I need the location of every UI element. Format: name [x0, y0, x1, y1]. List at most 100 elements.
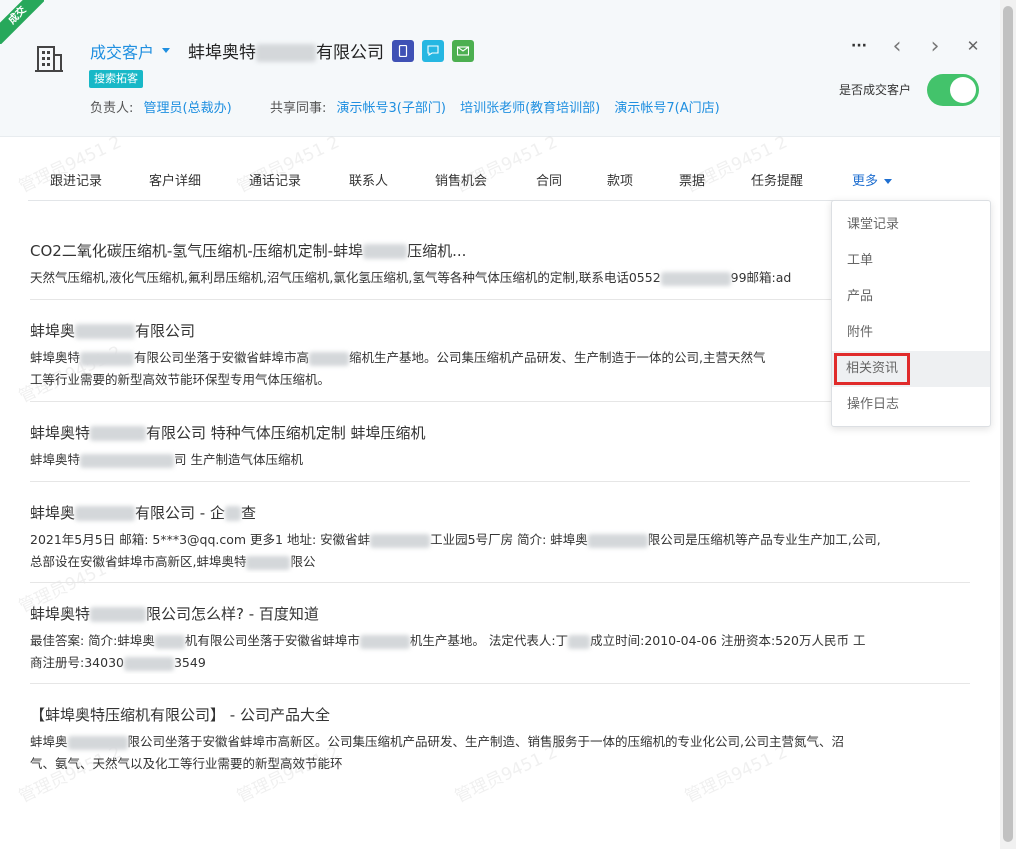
source-tag: 搜索拓客 — [89, 70, 143, 88]
tab-more-label: 更多 — [852, 174, 879, 189]
chevron-left-icon: ‹ — [892, 33, 902, 59]
scrollbar-thumb[interactable] — [1003, 6, 1013, 842]
news-results-list: CO2二氧化碳压缩机-氢气压缩机-压缩机定制-蚌埠 压缩机... 天然气压缩机,液… — [30, 240, 970, 784]
deal-toggle-label: 是否成交客户 — [839, 83, 912, 97]
customer-status-label: 成交客户 — [90, 42, 155, 62]
redacted-block — [67, 735, 128, 750]
redacted-block — [80, 453, 175, 468]
result-title[interactable]: 蚌埠奥特 限公司怎么样? - 百度知道 — [30, 603, 970, 624]
menu-item-products[interactable]: 产品 — [832, 279, 990, 315]
list-item[interactable]: 蚌埠奥特 限公司怎么样? - 百度知道 最佳答案: 简介:蚌埠奥 机有限公司坐落于安… — [30, 583, 970, 684]
title-text: 限公司怎么样? - 百度知道 — [146, 605, 319, 623]
snippet-text: 机有限公司坐落于安徽省蚌埠市 — [184, 633, 360, 648]
result-title[interactable]: 蚌埠奥 有限公司 — [30, 320, 970, 341]
owner-row: 负责人: 管理员(总裁办) 共享同事: 演示帐号3(子部门) 培训张老师(教育培… — [90, 97, 730, 116]
snippet-text: 2021年5月5日 邮箱: 5***3@qq.com 更多1 地址: 安徽省蚌 — [30, 532, 371, 547]
title-text: 压缩机... — [407, 242, 467, 260]
redacted-block — [123, 656, 174, 671]
tab-contracts[interactable]: 合同 — [536, 170, 562, 189]
result-snippet: 蚌埠奥特 有限公司坐落于安徽省蚌埠市高 缩机生产基地。公司集压缩机产品研发、生产制造… — [30, 347, 830, 391]
title-row: 成交客户 蚌埠奥特 有限公司 — [90, 38, 475, 63]
title-text: 查 — [240, 504, 256, 522]
title-text: 有限公司 — [135, 322, 196, 340]
redacted-block — [256, 44, 317, 62]
result-title[interactable]: 蚌埠奥特 有限公司 特种气体压缩机定制 蚌埠压缩机 — [30, 422, 970, 443]
redacted-block — [75, 506, 136, 521]
redacted-block — [224, 506, 241, 521]
company-name: 蚌埠奥特 有限公司 — [188, 38, 384, 63]
shared-colleague-link[interactable]: 演示帐号3(子部门) — [337, 101, 446, 116]
previous-button[interactable]: ‹ — [878, 33, 916, 59]
redacted-block — [309, 351, 350, 366]
tab-invoices[interactable]: 票据 — [679, 170, 705, 189]
tab-customer-details[interactable]: 客户详细 — [149, 170, 201, 189]
snippet-text: 工等行业需要的新型高效节能环保型专用气体压缩机。 — [30, 372, 331, 387]
owner-link[interactable]: 管理员(总裁办) — [144, 101, 232, 116]
redacted-block — [80, 351, 135, 366]
tab-more[interactable]: 更多 — [841, 170, 901, 202]
deal-toggle[interactable] — [927, 74, 979, 106]
title-text: 蚌埠奥 — [30, 322, 76, 340]
snippet-text: 工业园5号厂房 简介: 蚌埠奥 — [430, 532, 588, 547]
result-snippet: 蚌埠奥特 司 生产制造气体压缩机 — [30, 449, 970, 471]
result-snippet: 2021年5月5日 邮箱: 5***3@qq.com 更多1 地址: 安徽省蚌 工… — [30, 529, 965, 573]
tab-contacts[interactable]: 联系人 — [349, 170, 388, 189]
snippet-text: 限公 — [290, 554, 316, 569]
list-item[interactable]: 蚌埠奥特 有限公司 特种气体压缩机定制 蚌埠压缩机 蚌埠奥特司 生产制造气体压缩机 — [30, 402, 970, 482]
redacted-block — [568, 634, 591, 649]
title-text: CO2二氧化碳压缩机-氢气压缩机-压缩机定制-蚌埠 — [30, 242, 364, 260]
chevron-down-icon — [884, 179, 893, 184]
close-button[interactable]: ✕ — [954, 36, 992, 56]
customer-header: 成交 成交客户 蚌埠奥特 有限公司 搜索拓客 负责人: 管理员(总裁办) 共享同事… — [0, 0, 1000, 137]
menu-item-work-orders[interactable]: 工单 — [832, 243, 990, 279]
tab-call-records[interactable]: 通话记录 — [249, 170, 301, 189]
more-dots-icon: ··· — [851, 38, 867, 54]
tab-follow-up[interactable]: 跟进记录 — [50, 170, 102, 189]
result-title[interactable]: CO2二氧化碳压缩机-氢气压缩机-压缩机定制-蚌埠 压缩机... — [30, 240, 970, 261]
result-title[interactable]: 蚌埠奥 有限公司 - 企查 — [30, 502, 970, 523]
list-item[interactable]: CO2二氧化碳压缩机-氢气压缩机-压缩机定制-蚌埠 压缩机... 天然气压缩机,液… — [30, 240, 970, 300]
redacted-block — [154, 634, 185, 649]
shared-colleagues-label: 共享同事: — [269, 101, 327, 116]
shared-colleague-link[interactable]: 演示帐号7(A门店) — [614, 101, 719, 116]
chevron-right-icon: › — [930, 33, 940, 59]
snippet-text: 缩机生产基地。公司集压缩机产品研发、生产制造于一体的公司,主营天然气 — [349, 350, 766, 365]
envelope-icon — [457, 45, 470, 56]
customer-status-dropdown[interactable]: 成交客户 — [90, 39, 171, 63]
menu-item-related-news[interactable]: 相关资讯 — [832, 351, 990, 387]
menu-item-class-records[interactable]: 课堂记录 — [832, 207, 990, 243]
redacted-block — [363, 244, 408, 259]
redacted-block — [246, 555, 291, 570]
result-title[interactable]: 【蚌埠奥特压缩机有限公司】 - 公司产品大全 — [30, 704, 970, 725]
message-button[interactable] — [422, 39, 445, 62]
menu-item-operation-log[interactable]: 操作日志 — [832, 387, 990, 423]
more-actions-button[interactable]: ··· — [840, 36, 878, 56]
chevron-down-icon — [162, 48, 171, 53]
deal-ribbon: 成交 — [0, 0, 44, 44]
menu-item-attachments[interactable]: 附件 — [832, 315, 990, 351]
tab-payments[interactable]: 款项 — [607, 170, 633, 189]
snippet-text: 3549 — [173, 655, 206, 670]
redacted-block — [75, 324, 136, 339]
snippet-text: 蚌埠奥 — [30, 734, 68, 749]
snippet-text: 限公司是压缩机等产品专业生产加工,公司, — [647, 532, 881, 547]
tab-task-reminders[interactable]: 任务提醒 — [751, 170, 803, 189]
snippet-text: 蚌埠奥特 — [30, 350, 81, 365]
tab-opportunities[interactable]: 销售机会 — [435, 170, 487, 189]
list-item[interactable]: 【蚌埠奥特压缩机有限公司】 - 公司产品大全 蚌埠奥 限公司坐落于安徽省蚌埠市高新… — [30, 684, 970, 784]
list-item[interactable]: 蚌埠奥 有限公司 - 企查 2021年5月5日 邮箱: 5***3@qq.com … — [30, 482, 970, 583]
company-name-prefix: 蚌埠奥特 — [188, 43, 257, 63]
snippet-text: 天然气压缩机,液化气压缩机,氟利昂压缩机,沼气压缩机,氯化氢压缩机,氢气等各种气… — [30, 270, 661, 285]
shared-colleague-link[interactable]: 培训张老师(教育培训部) — [460, 101, 600, 116]
email-button[interactable] — [452, 39, 475, 62]
building-icon — [35, 46, 63, 72]
list-item[interactable]: 蚌埠奥 有限公司 蚌埠奥特 有限公司坐落于安徽省蚌埠市高 缩机生产基地。公司集压缩机产… — [30, 300, 970, 402]
next-button[interactable]: › — [916, 33, 954, 59]
snippet-text: 99邮箱:ad — [730, 270, 792, 285]
vertical-scrollbar[interactable] — [1000, 0, 1016, 849]
title-text: 有限公司 - 企 — [135, 504, 225, 522]
snippet-text: 气、氨气、天然气以及化工等行业需要的新型高效节能环 — [30, 756, 343, 771]
redacted-block — [359, 634, 410, 649]
snippet-text: 蚌埠奥特 — [30, 452, 81, 467]
phone-button[interactable] — [392, 39, 415, 62]
